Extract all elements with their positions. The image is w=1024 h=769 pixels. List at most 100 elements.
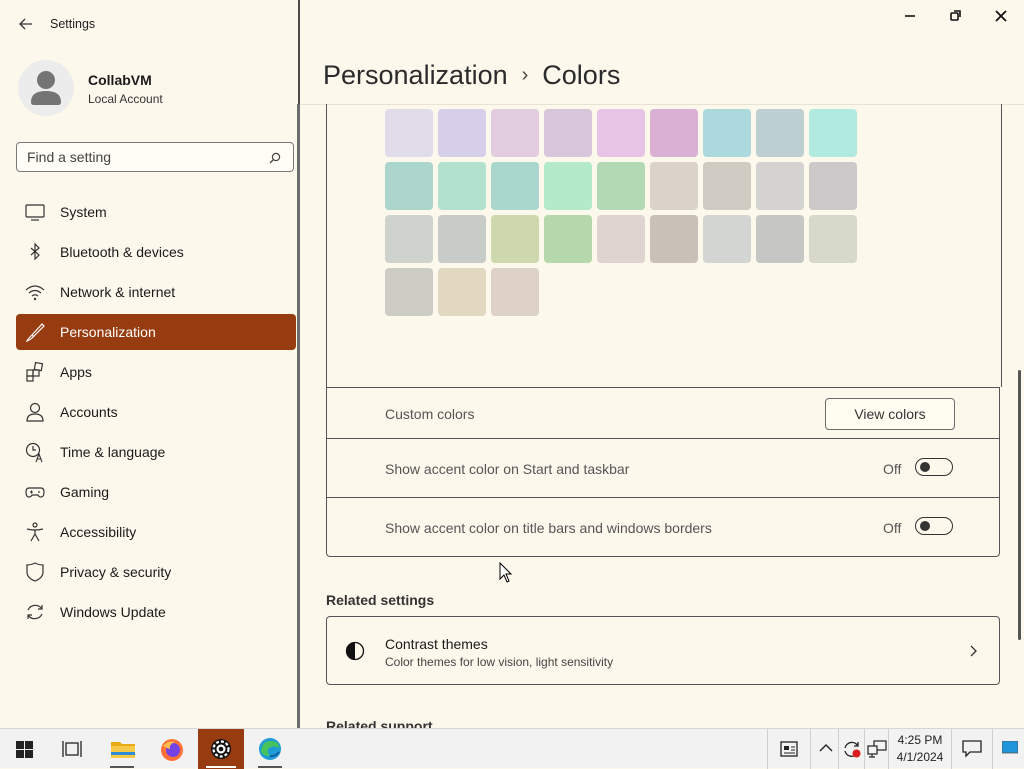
color-swatch[interactable] [597, 109, 645, 157]
color-swatch[interactable] [438, 162, 486, 210]
taskbar: 4:25 PM 4/1/2024 [0, 728, 1024, 769]
sidebar-nav: System Bluetooth & devices Network & int… [16, 194, 296, 634]
search-input[interactable] [27, 147, 267, 167]
color-swatch[interactable] [438, 215, 486, 263]
view-colors-button[interactable]: View colors [825, 398, 955, 430]
start-icon [16, 741, 33, 758]
settings-taskbar-button[interactable] [198, 729, 244, 769]
toggle-state: Off [883, 520, 902, 536]
color-swatch[interactable] [703, 215, 751, 263]
sidebar-item-windows-update[interactable]: Windows Update [16, 594, 296, 630]
accent-start-taskbar-toggle[interactable] [915, 458, 953, 476]
accent-start-taskbar-row: Show accent color on Start and taskbar O… [326, 438, 1000, 498]
color-swatch[interactable] [544, 162, 592, 210]
color-swatch[interactable] [650, 162, 698, 210]
user-name: CollabVM [88, 72, 152, 88]
breadcrumb-parent[interactable]: Personalization [323, 60, 508, 90]
restore-icon[interactable] [932, 6, 978, 28]
search-box[interactable] [16, 142, 294, 172]
back-arrow-icon[interactable] [16, 14, 36, 34]
color-swatch[interactable] [438, 109, 486, 157]
color-swatch[interactable] [650, 109, 698, 157]
person-icon [26, 402, 44, 422]
network-tray-button[interactable] [866, 729, 888, 769]
sidebar-item-personalization[interactable]: Personalization [16, 314, 296, 350]
wifi-icon [25, 285, 45, 301]
tray-divider [888, 729, 889, 769]
edge-button[interactable] [248, 729, 292, 769]
apps-icon [26, 361, 44, 382]
sidebar-item-label: Gaming [60, 484, 110, 500]
color-swatch[interactable] [438, 268, 486, 316]
sync-status-button[interactable] [840, 729, 864, 769]
color-swatch[interactable] [809, 215, 857, 263]
color-swatch[interactable] [809, 109, 857, 157]
sidebar-item-label: Network & internet [60, 284, 176, 300]
contrast-themes-link[interactable]: Contrast themes Color themes for low vis… [326, 616, 1000, 685]
show-hidden-icons-button[interactable] [814, 729, 838, 769]
firefox-icon [161, 739, 183, 761]
toggle-state: Off [883, 461, 902, 477]
color-swatch[interactable] [544, 215, 592, 263]
main-scrollbar[interactable] [1018, 370, 1021, 640]
color-swatch[interactable] [385, 215, 433, 263]
gamepad-icon [25, 487, 45, 498]
clock-date[interactable]: 4/1/2024 [892, 750, 948, 764]
minimize-icon[interactable] [887, 6, 933, 28]
color-swatch[interactable] [650, 215, 698, 263]
app-title: Settings [50, 17, 96, 31]
color-swatch[interactable] [703, 162, 751, 210]
color-swatch[interactable] [597, 215, 645, 263]
sidebar-item-apps[interactable]: Apps [16, 354, 296, 390]
color-swatch[interactable] [385, 268, 433, 316]
color-swatch[interactable] [544, 109, 592, 157]
color-swatch[interactable] [756, 109, 804, 157]
file-explorer-button[interactable] [100, 729, 144, 769]
color-swatch[interactable] [597, 162, 645, 210]
sidebar-item-accessibility[interactable]: Accessibility [16, 514, 296, 550]
contrast-themes-subtitle: Color themes for low vision, light sensi… [385, 655, 614, 669]
sidebar-item-time-language[interactable]: Time & language [16, 434, 296, 470]
firefox-button[interactable] [150, 729, 194, 769]
notifications-button[interactable] [954, 729, 990, 769]
close-icon[interactable] [978, 6, 1024, 28]
sidebar-item-accounts[interactable]: Accounts [16, 394, 296, 430]
color-swatch[interactable] [385, 109, 433, 157]
monitor-icon [25, 204, 45, 221]
account-type: Local Account [88, 92, 163, 106]
color-swatch[interactable] [491, 162, 539, 210]
breadcrumb: Personalization › Colors [323, 60, 620, 91]
settings-icon [211, 739, 231, 759]
custom-colors-label: Custom colors [385, 406, 475, 422]
color-swatch[interactable] [491, 215, 539, 263]
breadcrumb-separator: › [521, 64, 529, 86]
start-button[interactable] [0, 729, 48, 769]
sidebar-item-label: Accessibility [60, 524, 137, 540]
color-swatch[interactable] [756, 162, 804, 210]
sidebar-item-network[interactable]: Network & internet [16, 274, 296, 310]
widgets-button[interactable] [770, 729, 808, 769]
accent-title-bars-row: Show accent color on title bars and wind… [326, 497, 1000, 557]
edge-icon [259, 738, 281, 760]
task-view-icon [62, 741, 82, 757]
sidebar-item-system[interactable]: System [16, 194, 296, 230]
sidebar-item-privacy[interactable]: Privacy & security [16, 554, 296, 590]
color-swatch[interactable] [809, 162, 857, 210]
task-view-button[interactable] [48, 729, 96, 769]
color-swatch[interactable] [385, 162, 433, 210]
color-swatch[interactable] [756, 215, 804, 263]
show-desktop-button[interactable] [994, 729, 1024, 769]
clock-time[interactable]: 4:25 PM [892, 733, 948, 747]
sidebar-item-label: Windows Update [60, 604, 166, 620]
color-swatch[interactable] [703, 109, 751, 157]
shield-icon [26, 562, 44, 582]
sidebar-item-bluetooth[interactable]: Bluetooth & devices [16, 234, 296, 270]
sidebar-item-gaming[interactable]: Gaming [16, 474, 296, 510]
update-icon [27, 604, 43, 620]
accent-title-bars-toggle[interactable] [915, 517, 953, 535]
color-swatch[interactable] [491, 268, 539, 316]
chevron-up-icon [819, 744, 833, 752]
related-support-heading: Related support [326, 718, 433, 728]
clock-language-icon [25, 442, 43, 463]
color-swatch[interactable] [491, 109, 539, 157]
